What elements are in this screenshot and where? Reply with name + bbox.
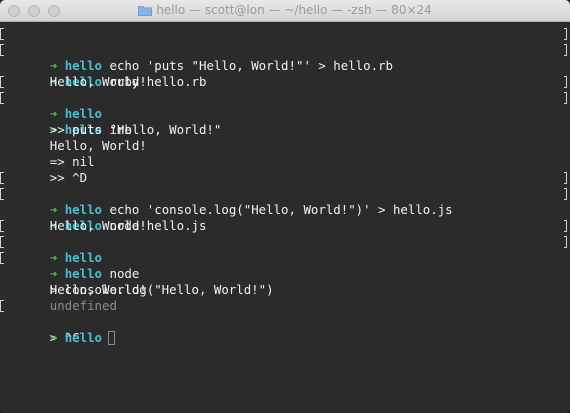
terminal-line: ➜ hello	[0, 218, 570, 265]
terminal-line: Hello, World!	[0, 58, 570, 89]
terminal-line: ➜ hello node	[0, 234, 570, 281]
line-mark-left	[0, 236, 4, 248]
terminal-content[interactable]: ➜ hello echo 'puts "Hello, World!"' > he…	[0, 22, 570, 413]
terminal-line: ➜ hello ruby hello.rb	[0, 42, 570, 89]
line-mark-right	[564, 76, 567, 88]
line-mark-left	[0, 252, 4, 264]
line-mark-right	[564, 220, 567, 232]
terminal-line: undefined	[0, 282, 570, 313]
terminal-line: ➜ hello irb	[0, 90, 570, 137]
line-mark-right	[564, 44, 567, 56]
line-mark-right	[564, 92, 567, 104]
line-mark-left	[0, 28, 4, 40]
terminal-line: Hello, World!	[0, 266, 570, 297]
terminal-line: => nil	[0, 138, 570, 169]
line-mark-left	[0, 220, 4, 232]
prompt-directory: hello	[64, 330, 103, 345]
terminal-line: Hello, World!	[0, 122, 570, 153]
line-mark-left	[0, 172, 4, 184]
line-mark-right	[564, 188, 567, 200]
prompt-arrow-icon: ➜	[49, 330, 58, 345]
terminal-line: Hello, World!	[0, 202, 570, 233]
folder-icon	[138, 5, 153, 19]
terminal-line: >> ^D	[0, 154, 570, 185]
terminal-line: > console.log("Hello, World!")	[0, 250, 570, 297]
line-mark-left	[0, 44, 4, 56]
line-mark-left	[0, 300, 4, 312]
line-mark-left	[0, 92, 4, 104]
terminal-line: >> puts "Hello, World!"	[0, 106, 570, 137]
line-mark-right	[564, 172, 567, 184]
line-mark-right	[564, 236, 567, 248]
line-mark-left	[0, 76, 4, 88]
terminal-window: hello — scott@lon — ~/hello — -zsh — 80×…	[0, 0, 570, 413]
line-mark-right	[564, 28, 567, 40]
terminal-line: > ^C	[0, 298, 570, 345]
terminal-line: ➜ hello echo 'console.log("Hello, World!…	[0, 170, 570, 217]
line-mark-left	[0, 188, 4, 200]
terminal-line: ➜ hello echo 'puts "Hello, World!"' > he…	[0, 26, 570, 73]
terminal-line: ➜ hello	[0, 314, 570, 345]
title-bar[interactable]: hello — scott@lon — ~/hello — -zsh — 80×…	[0, 0, 570, 22]
terminal-line: ➜ hello	[0, 74, 570, 121]
window-title: hello — scott@lon — ~/hello — -zsh — 80×…	[0, 3, 570, 19]
window-title-text: hello — scott@lon — ~/hello — -zsh — 80×…	[156, 3, 432, 17]
terminal-line: ➜ hello node hello.js	[0, 186, 570, 233]
terminal-cursor[interactable]	[108, 331, 116, 345]
